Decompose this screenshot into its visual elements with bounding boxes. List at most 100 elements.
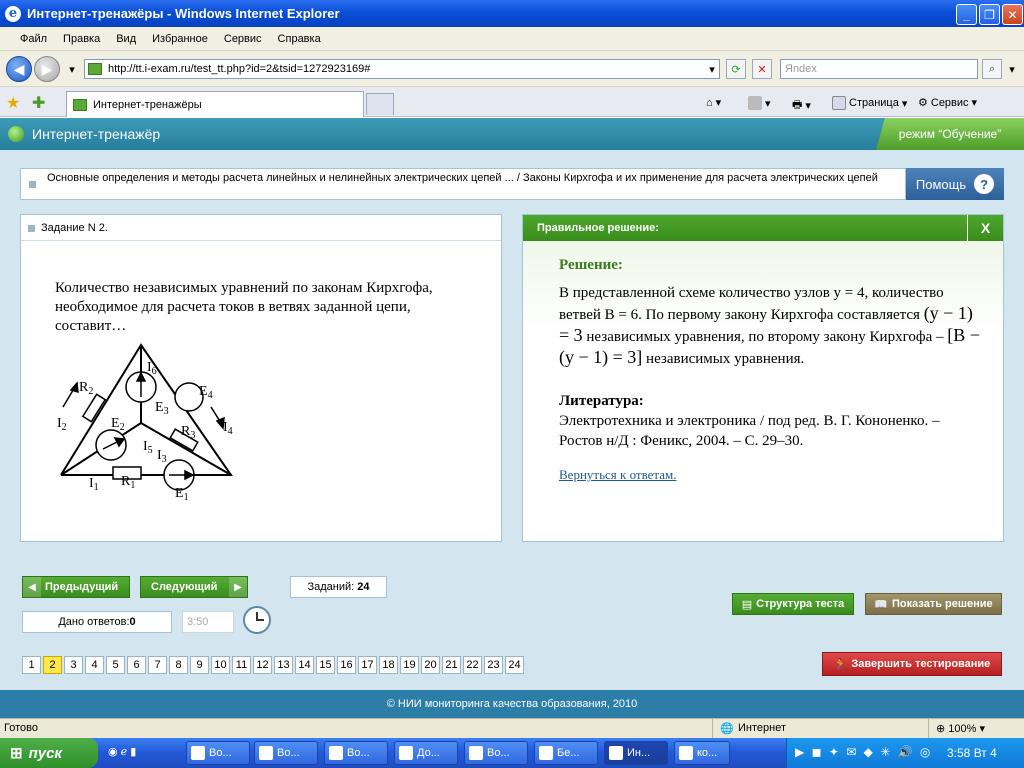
forward-button[interactable]: ▶ — [34, 56, 60, 82]
svg-text:I3: I3 — [157, 448, 167, 465]
start-button[interactable]: ⊞ пуск — [0, 738, 98, 768]
status-bar: Готово 🌐 Интернет ⊕ 100% ▾ — [0, 718, 1024, 739]
minimize-button[interactable]: _ — [956, 4, 977, 25]
taskbar: ⊞ пуск ◉ ℯ ▮ Во... Во... Во... До... Во... Бе… — [0, 738, 1024, 768]
taskbar-item-label: Бе... — [557, 747, 580, 759]
window-title: Интернет-тренажёры - Windows Internet Ex… — [27, 6, 340, 21]
system-tray: ▶ ◼ ✦ ✉ ◆ ✳ 🔊 ◎ 3:58 Вт 4 — [786, 738, 1024, 768]
label-e2-sub: 2 — [120, 422, 125, 433]
new-tab-button[interactable] — [366, 93, 394, 115]
taskbar-item-3[interactable]: Во... — [324, 741, 388, 765]
history-dropdown-icon[interactable]: ▾ — [62, 59, 82, 79]
menu-favorites[interactable]: Избранное — [152, 33, 208, 45]
page-button-19[interactable]: 19 — [400, 656, 419, 674]
search-options-icon[interactable]: ▾ — [1004, 59, 1020, 79]
zoom-control[interactable]: ⊕ 100% ▾ — [936, 722, 985, 735]
taskbar-item-label: Во... — [209, 747, 232, 759]
quicklaunch-icons[interactable]: ◉ ℯ ▮ — [108, 745, 136, 758]
page-button-18[interactable]: 18 — [379, 656, 398, 674]
show-solution-button[interactable]: 📖 Показать решение — [865, 593, 1002, 615]
back-to-answers-link[interactable]: Вернуться к ответам. — [559, 465, 983, 485]
page-button-5[interactable]: 5 — [106, 656, 125, 674]
taskbar-item-2[interactable]: Во... — [254, 741, 318, 765]
menu-help[interactable]: Справка — [278, 33, 321, 45]
page-button-1[interactable]: 1 — [22, 656, 41, 674]
page-button-17[interactable]: 17 — [358, 656, 377, 674]
taskbar-item-1[interactable]: Во... — [186, 741, 250, 765]
page-button-4[interactable]: 4 — [85, 656, 104, 674]
page-button-10[interactable]: 10 — [211, 656, 230, 674]
circuit-diagram: I1 R1 E1 R2 I2 E2 I5 I6 E3 E4 R3 I3 I4 — [57, 343, 233, 503]
print-icon: 🖶 — [792, 99, 803, 111]
zoom-level: 100% — [948, 723, 977, 735]
previous-button[interactable]: ◀ Предыдущий — [22, 576, 130, 598]
menu-file[interactable]: Файл — [20, 33, 47, 45]
page-button-11[interactable]: 11 — [232, 656, 251, 674]
window-title-bar: e Интернет-тренажёры - Windows Internet … — [0, 0, 1024, 27]
show-solution-label: Показать решение — [892, 598, 993, 610]
page-button-6[interactable]: 6 — [127, 656, 146, 674]
page-button-20[interactable]: 20 — [421, 656, 440, 674]
help-button[interactable]: Помощь ? — [906, 168, 1004, 200]
svg-text:I6: I6 — [147, 360, 157, 377]
page-button-22[interactable]: 22 — [463, 656, 482, 674]
page-button-13[interactable]: 13 — [274, 656, 293, 674]
taskbar-item-8[interactable]: ко... — [674, 741, 730, 765]
tasks-count-value: 24 — [357, 581, 370, 593]
tab-active[interactable]: Интернет-тренажёры — [66, 91, 364, 117]
page-menu[interactable]: Страница ▾ — [832, 96, 907, 110]
page-button-9[interactable]: 9 — [190, 656, 209, 674]
menu-edit[interactable]: Правка — [63, 33, 100, 45]
menu-tools[interactable]: Сервис — [224, 33, 262, 45]
tray-icons[interactable]: ▶ ◼ ✦ ✉ ◆ ✳ 🔊 ◎ — [795, 745, 932, 759]
gear-icon: ⚙ — [918, 97, 928, 109]
page-button-15[interactable]: 15 — [316, 656, 335, 674]
page-button-24[interactable]: 24 — [505, 656, 524, 674]
page-button-14[interactable]: 14 — [295, 656, 314, 674]
label-e3: E — [155, 400, 164, 415]
feeds-button[interactable]: ▾ — [748, 96, 771, 110]
svg-text:I5: I5 — [143, 439, 153, 456]
menu-view[interactable]: Вид — [116, 33, 136, 45]
page-button-7[interactable]: 7 — [148, 656, 167, 674]
literature-label: Литература: — [559, 393, 644, 409]
stop-icon[interactable]: ✕ — [752, 59, 772, 79]
refresh-icon[interactable]: ⟳ — [726, 59, 746, 79]
breadcrumb: Основные определения и методы расчета ли… — [20, 168, 906, 200]
close-button[interactable]: ✕ — [1002, 4, 1023, 25]
task-header: Задание N 2. — [21, 215, 501, 241]
label-i5-sub: 5 — [148, 445, 153, 456]
taskbar-item-6[interactable]: Бе... — [534, 741, 598, 765]
tools-menu[interactable]: ⚙ Сервис ▾ — [918, 96, 977, 110]
search-input[interactable]: Яndex — [780, 59, 978, 79]
arrow-right-icon: ▶ — [229, 577, 247, 597]
address-dropdown-icon[interactable]: ▾ — [702, 59, 722, 79]
taskbar-item-7[interactable]: Ин... — [604, 741, 668, 765]
address-input[interactable]: http://tt.i-exam.ru/test_tt.php?id=2&tsi… — [84, 59, 720, 79]
add-favorite-icon[interactable]: ✚ — [32, 93, 45, 113]
favorites-star-icon[interactable]: ★ — [6, 93, 20, 113]
label-i1-sub: 1 — [94, 482, 99, 493]
page-button-23[interactable]: 23 — [484, 656, 503, 674]
page-button-21[interactable]: 21 — [442, 656, 461, 674]
back-button[interactable]: ◀ — [6, 56, 32, 82]
task-panel: Задание N 2. Количество независимых урав… — [20, 214, 502, 542]
print-button[interactable]: 🖶 ▾ — [792, 96, 811, 115]
page-button-8[interactable]: 8 — [169, 656, 188, 674]
taskbar-item-4[interactable]: До... — [394, 741, 458, 765]
solution-close-button[interactable]: X — [967, 215, 1003, 241]
page-button-3[interactable]: 3 — [64, 656, 83, 674]
search-icon[interactable]: ⌕ — [982, 59, 1002, 79]
taskbar-item-5[interactable]: Во... — [464, 741, 528, 765]
next-button[interactable]: Следующий ▶ — [140, 576, 248, 598]
page-button-2[interactable]: 2 — [43, 656, 62, 674]
home-button[interactable]: ⌂ ▾ — [706, 96, 721, 110]
page-menu-label: Страница — [849, 97, 899, 109]
label-e4-sub: 4 — [208, 390, 213, 401]
page-button-16[interactable]: 16 — [337, 656, 356, 674]
maximize-button[interactable]: ❐ — [979, 4, 1000, 25]
finish-test-button[interactable]: 🏃 Завершить тестирование — [822, 652, 1002, 676]
test-structure-button[interactable]: ▤ Структура теста — [732, 593, 854, 615]
page-button-12[interactable]: 12 — [253, 656, 272, 674]
taskbar-item-label: ко... — [697, 747, 718, 759]
